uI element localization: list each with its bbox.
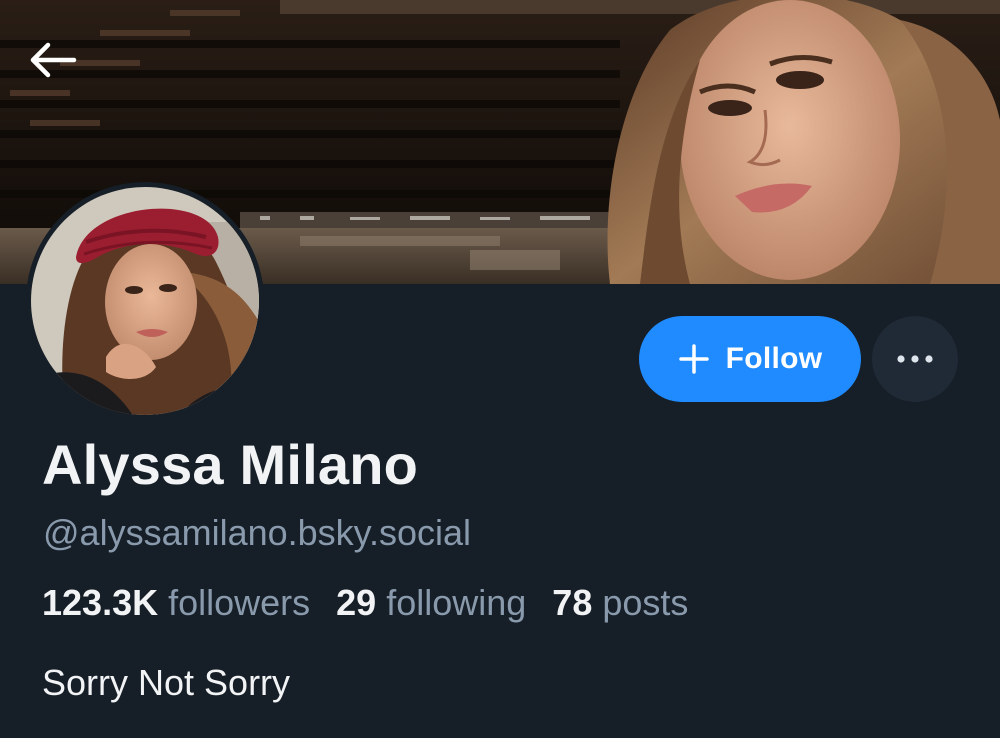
posts-label: posts bbox=[602, 582, 689, 623]
profile-screen: Follow Alyssa Milano @alyssamilano.bsky.… bbox=[0, 0, 1000, 738]
followers-stat[interactable]: 123.3K followers bbox=[42, 582, 310, 624]
follow-button-label: Follow bbox=[725, 342, 823, 375]
posts-stat: 78 posts bbox=[552, 582, 688, 624]
following-label: following bbox=[386, 582, 527, 623]
following-stat[interactable]: 29 following bbox=[336, 582, 526, 624]
profile-avatar[interactable] bbox=[26, 182, 264, 420]
display-name: Alyssa Milano bbox=[42, 433, 419, 496]
following-count: 29 bbox=[336, 582, 387, 623]
avatar-photo bbox=[26, 182, 264, 420]
follow-button[interactable]: Follow bbox=[639, 316, 861, 402]
ellipsis-icon bbox=[897, 355, 933, 363]
plus-icon bbox=[678, 344, 709, 374]
profile-bio: Sorry Not Sorry bbox=[42, 662, 291, 703]
profile-stats: 123.3K followers 29 following 78 posts bbox=[42, 582, 714, 624]
followers-count: 123.3K bbox=[42, 582, 169, 623]
arrow-left-icon bbox=[30, 42, 77, 78]
posts-count: 78 bbox=[552, 582, 603, 623]
followers-label: followers bbox=[168, 582, 311, 623]
back-button[interactable] bbox=[28, 28, 98, 92]
profile-handle: @alyssamilano.bsky.social bbox=[43, 512, 472, 553]
more-options-button[interactable] bbox=[872, 316, 958, 402]
